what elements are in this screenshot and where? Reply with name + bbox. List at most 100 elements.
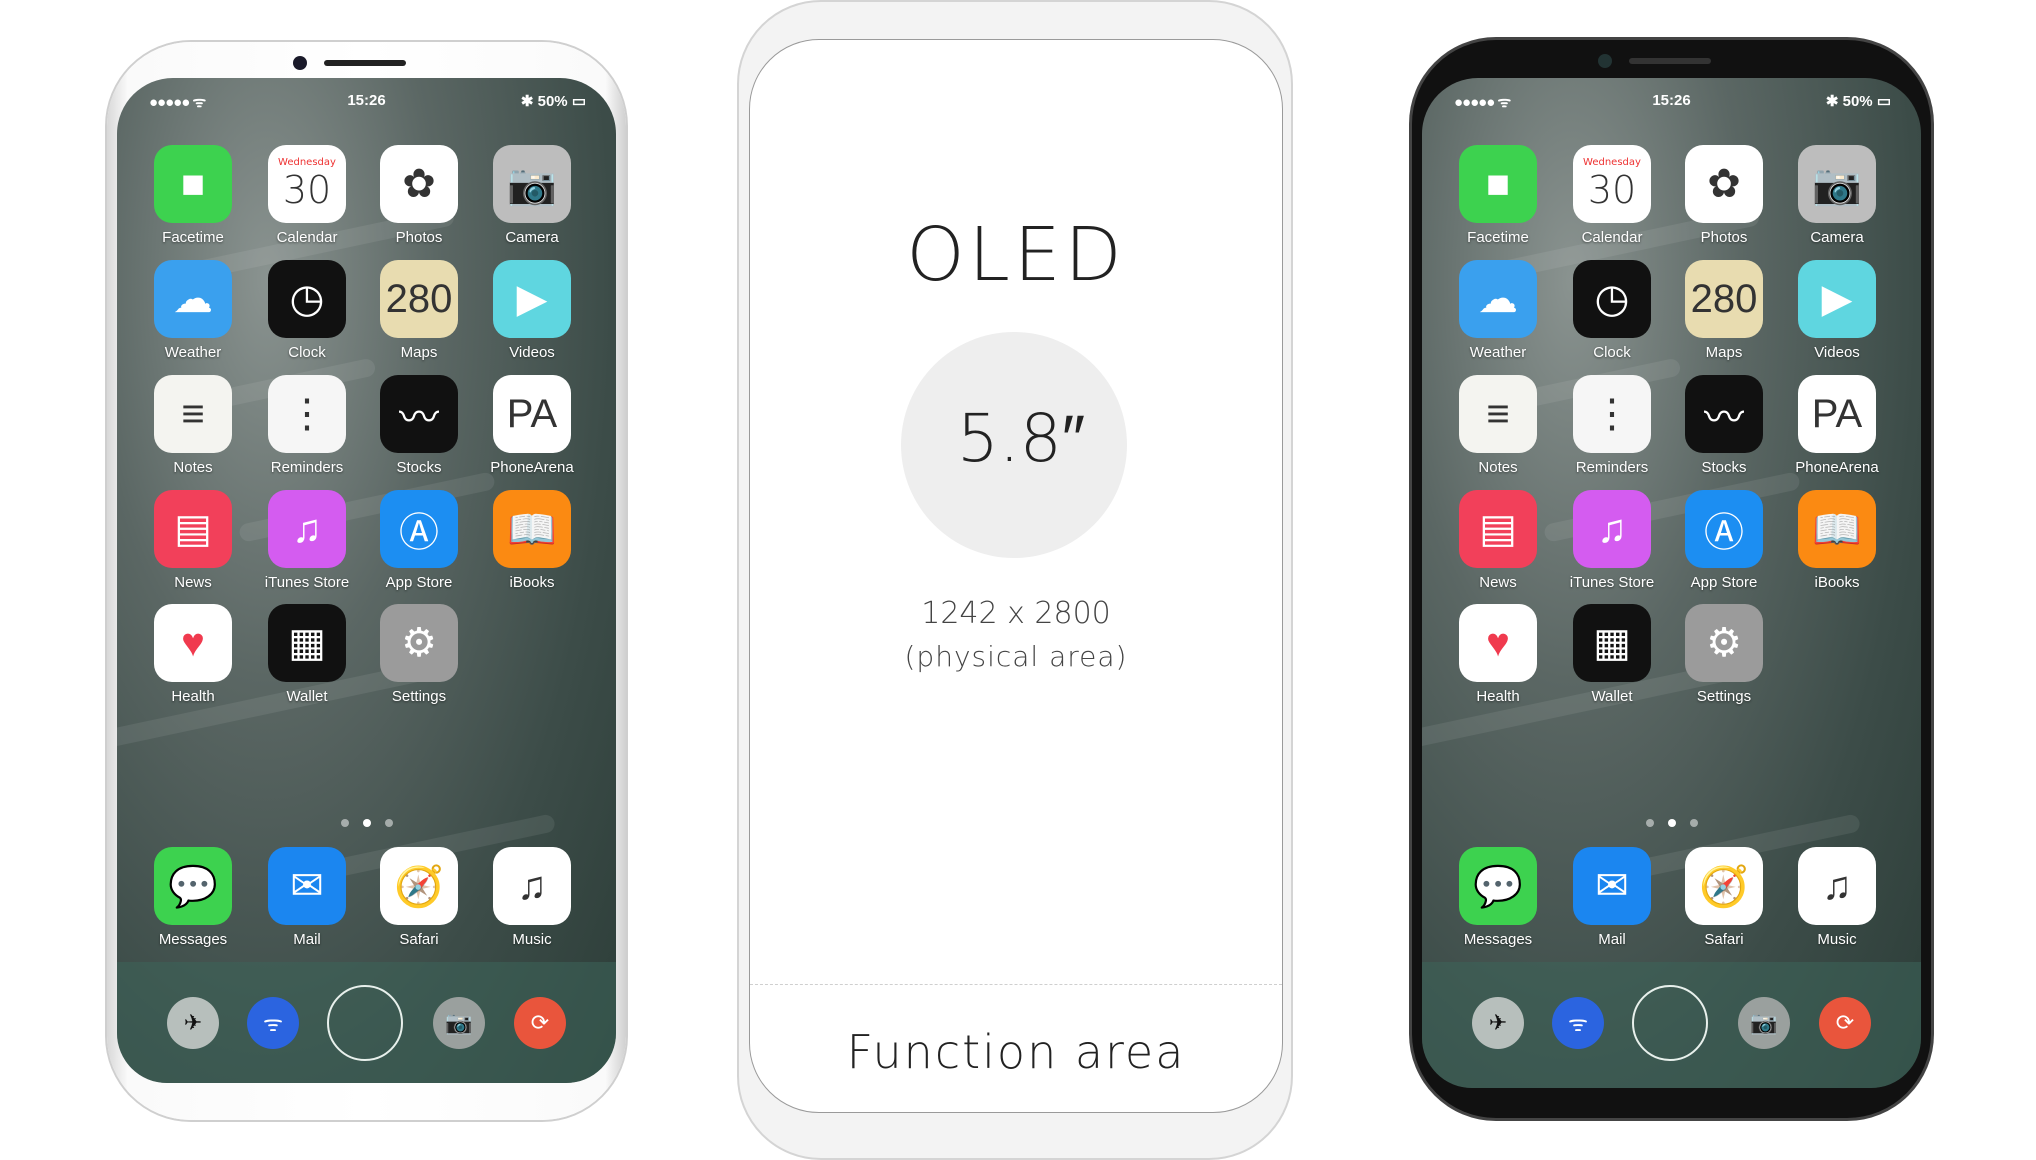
app-health[interactable]: ♥ Health — [1459, 604, 1537, 705]
rotation-lock-icon[interactable]: ⟳ — [1819, 997, 1871, 1049]
page-dot[interactable] — [384, 819, 393, 827]
front-camera-icon — [1598, 54, 1612, 68]
home-button-icon[interactable] — [327, 985, 403, 1061]
app-label: PhoneArena — [490, 459, 574, 476]
app-reminders[interactable]: ⋮ Reminders — [268, 375, 346, 476]
page-dot[interactable] — [340, 819, 349, 827]
page-dot[interactable] — [362, 819, 371, 827]
app-app-store[interactable]: Ⓐ App Store — [380, 490, 458, 591]
app-weather[interactable]: ☁ Weather — [154, 260, 232, 361]
app-wallet[interactable]: ▦ Wallet — [1573, 604, 1651, 705]
airplane-icon[interactable]: ✈ — [1472, 997, 1524, 1049]
app-label: Weather — [1469, 344, 1527, 361]
app-app-store[interactable]: Ⓐ App Store — [1685, 490, 1763, 591]
app-glyph: 30 — [1587, 167, 1637, 212]
app-health[interactable]: ♥ Health — [154, 604, 232, 705]
app-calendar[interactable]: Wednesday 30 Calendar — [1573, 145, 1651, 246]
app-label: Maps — [1705, 344, 1743, 361]
wifi-icon[interactable]: ᯤ — [1552, 997, 1604, 1049]
app-camera[interactable]: 📷 Camera — [1798, 145, 1876, 246]
app-wallet[interactable]: ▦ Wallet — [268, 604, 346, 705]
app-photos[interactable]: ✿ Photos — [1685, 145, 1763, 246]
app-maps[interactable]: 280 Maps — [1685, 260, 1763, 361]
app-glyph: 📖 — [507, 507, 557, 552]
resolution-note: (physical area) — [904, 640, 1128, 673]
app-label: iTunes Store — [1569, 574, 1655, 591]
camera-icon[interactable]: 📷 — [1738, 997, 1790, 1049]
app-videos[interactable]: ▶ Videos — [493, 260, 571, 361]
app-settings[interactable]: ⚙ Settings — [1685, 604, 1763, 705]
page-indicator[interactable] — [117, 814, 616, 832]
app-label: News — [174, 574, 212, 591]
app-facetime[interactable]: ■ Facetime — [154, 145, 232, 246]
app-news[interactable]: ▤ News — [154, 490, 232, 591]
app-label: Notes — [173, 459, 213, 476]
wifi-icon[interactable]: ᯤ — [247, 997, 299, 1049]
photos-flower-icon: ✿ — [380, 145, 458, 223]
app-glyph: ♫ — [1597, 506, 1627, 551]
app-weather[interactable]: ☁ Weather — [1459, 260, 1537, 361]
app-calendar[interactable]: Wednesday 30 Calendar — [268, 145, 346, 246]
app-mail[interactable]: ✉ Mail — [268, 847, 346, 948]
app-stocks[interactable]: 〰 Stocks — [380, 375, 458, 476]
app-glyph: 📖 — [1812, 507, 1862, 552]
app-itunes-store[interactable]: ♫ iTunes Store — [265, 490, 349, 591]
app-phonearena[interactable]: PA PhoneArena — [490, 375, 574, 476]
app-news[interactable]: ▤ News — [1459, 490, 1537, 591]
app-phonearena[interactable]: PA PhoneArena — [1795, 375, 1879, 476]
app-glyph: ▤ — [174, 507, 212, 551]
app-glyph: 〰 — [399, 396, 439, 440]
page-dot[interactable] — [1645, 819, 1654, 827]
app-notes[interactable]: ≡ Notes — [154, 375, 232, 476]
app-notes[interactable]: ≡ Notes — [1459, 375, 1537, 476]
app-safari[interactable]: 🧭 Safari — [1685, 847, 1763, 948]
camera-icon[interactable]: 📷 — [433, 997, 485, 1049]
app-music[interactable]: ♫ Music — [493, 847, 571, 948]
wallet-icon: ▦ — [268, 604, 346, 682]
clapperboard-icon: ▶ — [493, 260, 571, 338]
app-settings[interactable]: ⚙ Settings — [380, 604, 458, 705]
app-label: Weather — [164, 344, 222, 361]
app-messages[interactable]: 💬 Messages — [154, 847, 232, 948]
app-mail[interactable]: ✉ Mail — [1573, 847, 1651, 948]
app-glyph: ≡ — [181, 391, 205, 436]
app-label: Health — [1476, 688, 1520, 705]
app-clock[interactable]: ◷ Clock — [1573, 260, 1651, 361]
app-label: Settings — [391, 688, 447, 705]
app-stocks[interactable]: 〰 Stocks — [1685, 375, 1763, 476]
maps-icon: 280 — [380, 260, 458, 338]
app-itunes-store[interactable]: ♫ iTunes Store — [1570, 490, 1654, 591]
app-glyph: 280 — [385, 276, 453, 321]
home-button-icon[interactable] — [1632, 985, 1708, 1061]
app-reminders[interactable]: ⋮ Reminders — [1573, 375, 1651, 476]
battery-indicator: ✱ 50% ▭ — [1825, 93, 1891, 110]
app-photos[interactable]: ✿ Photos — [380, 145, 458, 246]
app-glyph: PA — [506, 391, 558, 436]
app-glyph: ▦ — [1593, 621, 1631, 665]
app-label: Mail — [1598, 931, 1626, 948]
page-dot[interactable] — [1667, 819, 1676, 827]
rotation-lock-icon[interactable]: ⟳ — [514, 997, 566, 1049]
calendar-weekday: Wednesday — [1583, 156, 1641, 168]
app-facetime[interactable]: ■ Facetime — [1459, 145, 1537, 246]
app-messages[interactable]: 💬 Messages — [1459, 847, 1537, 948]
app-glyph: ♫ — [517, 863, 547, 908]
app-maps[interactable]: 280 Maps — [380, 260, 458, 361]
app-videos[interactable]: ▶ Videos — [1798, 260, 1876, 361]
app-safari[interactable]: 🧭 Safari — [380, 847, 458, 948]
app-label: Maps — [400, 344, 438, 361]
app-ibooks[interactable]: 📖 iBooks — [1798, 490, 1876, 591]
app-camera[interactable]: 📷 Camera — [493, 145, 571, 246]
app-label: Reminders — [270, 459, 344, 476]
app-clock[interactable]: ◷ Clock — [268, 260, 346, 361]
app-glyph: ▶ — [516, 277, 548, 321]
page-indicator[interactable] — [1422, 814, 1921, 832]
news-icon: ▤ — [154, 490, 232, 568]
app-music[interactable]: ♫ Music — [1798, 847, 1876, 948]
page-dot[interactable] — [1689, 819, 1698, 827]
app-ibooks[interactable]: 📖 iBooks — [493, 490, 571, 591]
home-screen: ●●●●● ᯤ 15:26 ✱ 50% ▭ ■ Facetime Wednesday 30 C… — [117, 78, 616, 1083]
airplane-icon[interactable]: ✈ — [167, 997, 219, 1049]
wallet-icon: ▦ — [1573, 604, 1651, 682]
app-glyph: ⚙ — [401, 621, 437, 665]
